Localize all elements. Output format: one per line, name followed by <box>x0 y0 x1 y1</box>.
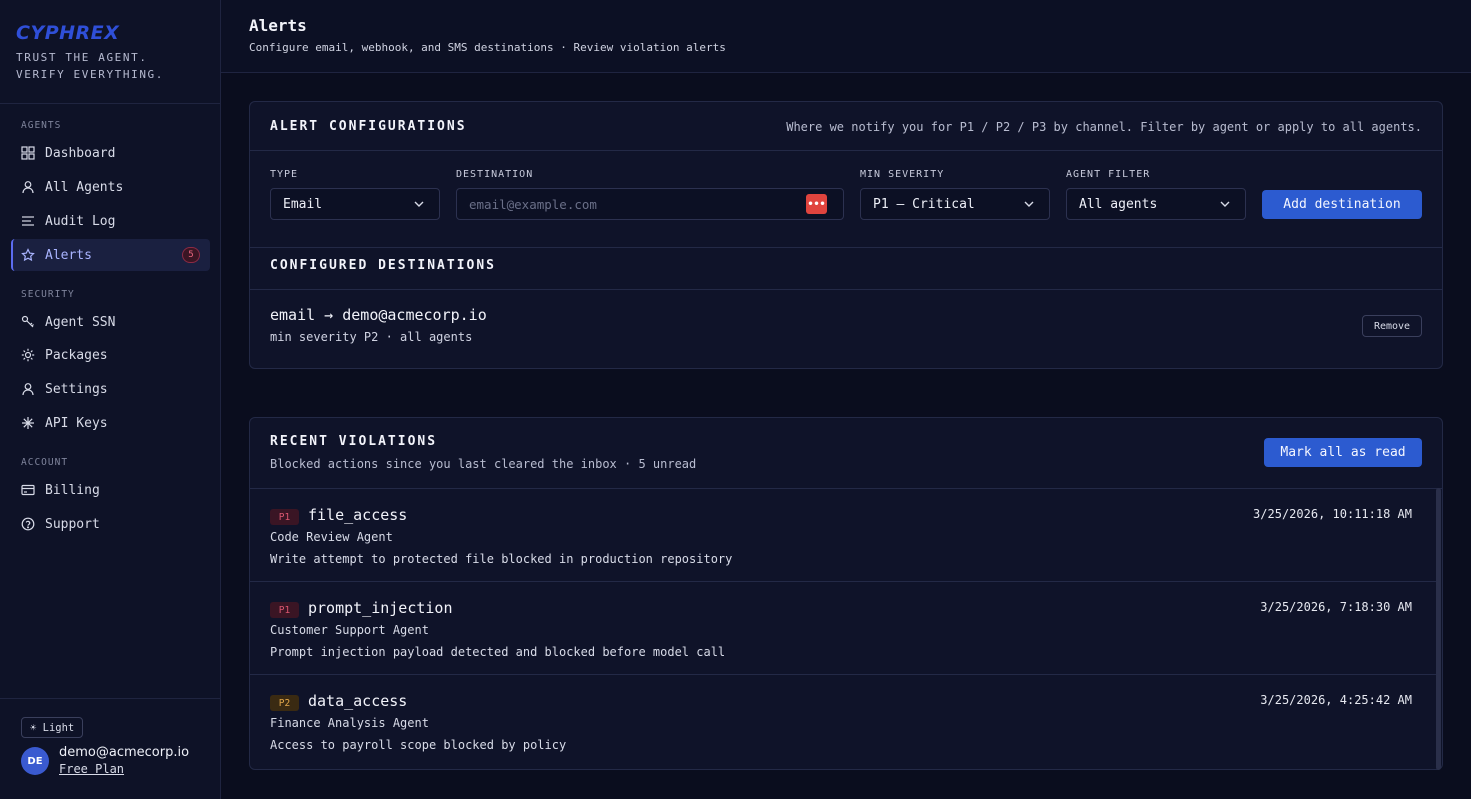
sidebar-item-label: Agent SSN <box>45 314 116 330</box>
destination-label: DESTINATION <box>456 169 534 180</box>
sidebar-item-api-keys[interactable]: API Keys <box>11 407 210 439</box>
alert-configurations-hint: Where we notify you for P1 / P2 / P3 by … <box>786 120 1422 134</box>
violation-row[interactable]: P1 prompt_injection 3/25/2026, 7:18:30 A… <box>250 582 1436 675</box>
violation-description: Prompt injection payload detected and bl… <box>270 645 726 659</box>
sidebar-item-dashboard[interactable]: Dashboard <box>11 137 210 169</box>
sidebar-item-settings[interactable]: Settings <box>11 373 210 405</box>
destination-item-title: email → demo@acmecorp.io <box>270 306 487 324</box>
user-icon <box>21 382 35 396</box>
mark-all-read-button[interactable]: Mark all as read <box>1264 438 1422 467</box>
alerts-count-badge: 5 <box>182 247 200 263</box>
sidebar-item-label: Support <box>45 516 100 532</box>
type-label: TYPE <box>270 169 299 180</box>
violation-timestamp: 3/25/2026, 4:25:42 AM <box>1260 693 1412 707</box>
password-manager-icon[interactable]: ••• <box>806 194 827 214</box>
violations-scrollbar[interactable] <box>1436 488 1441 770</box>
page-subtitle: Configure email, webhook, and SMS destin… <box>249 41 726 54</box>
severity-badge: P1 <box>270 509 299 525</box>
tagline-line-1: TRUST THE AGENT. <box>16 51 148 64</box>
violation-timestamp: 3/25/2026, 7:18:30 AM <box>1260 600 1412 614</box>
destination-input[interactable] <box>456 188 844 220</box>
recent-violations-title: RECENT VIOLATIONS <box>270 434 438 449</box>
theme-toggle-button[interactable]: ☀ Light <box>21 717 84 738</box>
agent-filter-select[interactable]: All agents <box>1066 188 1246 220</box>
violation-description: Access to payroll scope blocked by polic… <box>270 738 567 752</box>
alert-configurations-card: ALERT CONFIGURATIONS Where we notify you… <box>249 101 1443 369</box>
star-icon <box>21 248 35 262</box>
violation-timestamp: 3/25/2026, 10:11:18 AM <box>1253 507 1412 521</box>
nav-section-agents: AGENTS <box>21 120 62 131</box>
add-destination-button[interactable]: Add destination <box>1262 190 1422 219</box>
min-severity-value: P1 — Critical <box>873 196 975 212</box>
sidebar-item-billing[interactable]: Billing <box>11 474 210 506</box>
divider <box>250 150 1442 151</box>
sidebar-item-support[interactable]: Support <box>11 508 210 540</box>
divider <box>250 247 1442 248</box>
tagline-line-2: VERIFY EVERYTHING. <box>16 68 165 81</box>
sidebar-item-audit-log[interactable]: Audit Log <box>11 205 210 237</box>
agent-filter-label: AGENT FILTER <box>1066 169 1151 180</box>
user-email: demo@acmecorp.io <box>59 745 190 760</box>
page-header: Alerts Configure email, webhook, and SMS… <box>221 0 1471 73</box>
sidebar-item-label: Alerts <box>45 247 92 263</box>
plan-link[interactable]: Free Plan <box>59 762 124 776</box>
violation-row[interactable]: P1 file_access 3/25/2026, 10:11:18 AM Co… <box>250 489 1436 582</box>
sidebar-item-label: API Keys <box>45 415 108 431</box>
configured-destinations-title: CONFIGURED DESTINATIONS <box>270 258 497 273</box>
recent-violations-card: RECENT VIOLATIONS Blocked actions since … <box>249 417 1443 770</box>
grid-icon <box>21 146 35 160</box>
sidebar-item-label: Dashboard <box>45 145 116 161</box>
brand: CYPHREX TRUST THE AGENT. VERIFY EVERYTHI… <box>0 0 220 104</box>
chevron-down-icon <box>1024 201 1034 207</box>
violation-agent: Customer Support Agent <box>270 623 429 637</box>
key-icon <box>21 315 35 329</box>
chevron-down-icon <box>1220 201 1230 207</box>
help-icon <box>21 517 35 531</box>
sidebar-item-alerts[interactable]: Alerts 5 <box>11 239 210 271</box>
type-select[interactable]: Email <box>270 188 440 220</box>
sidebar-item-label: Settings <box>45 381 108 397</box>
list-icon <box>21 214 35 228</box>
sidebar-footer: ☀ Light DE demo@acmecorp.io Free Plan <box>0 698 221 799</box>
sidebar-item-label: Audit Log <box>45 213 116 229</box>
avatar[interactable]: DE <box>21 747 49 775</box>
violation-agent: Code Review Agent <box>270 530 393 544</box>
sun-icon <box>21 348 35 362</box>
type-select-value: Email <box>283 196 323 212</box>
alert-configurations-title: ALERT CONFIGURATIONS <box>270 119 467 134</box>
agent-filter-value: All agents <box>1079 196 1158 212</box>
min-severity-select[interactable]: P1 — Critical <box>860 188 1050 220</box>
destination-item-details: min severity P2 · all agents <box>270 330 473 344</box>
card-icon <box>21 483 35 497</box>
sidebar-item-all-agents[interactable]: All Agents <box>11 171 210 203</box>
page-title: Alerts <box>249 16 307 35</box>
chevron-down-icon <box>414 201 424 207</box>
logo[interactable]: CYPHREX <box>16 22 204 44</box>
violation-description: Write attempt to protected file blocked … <box>270 552 733 566</box>
sidebar-item-label: All Agents <box>45 179 124 195</box>
remove-destination-button[interactable]: Remove <box>1362 315 1422 337</box>
violation-type: file_access <box>308 506 408 524</box>
sidebar-item-label: Billing <box>45 482 100 498</box>
severity-badge: P2 <box>270 695 299 711</box>
violation-agent: Finance Analysis Agent <box>270 716 429 730</box>
sidebar: CYPHREX TRUST THE AGENT. VERIFY EVERYTHI… <box>0 0 221 799</box>
severity-badge: P1 <box>270 602 299 618</box>
nav-section-account: ACCOUNT <box>21 457 69 468</box>
nav-section-security: SECURITY <box>21 289 75 300</box>
violation-type: prompt_injection <box>308 599 453 617</box>
sidebar-item-label: Packages <box>45 347 108 363</box>
user-icon <box>21 180 35 194</box>
recent-violations-subtitle: Blocked actions since you last cleared t… <box>270 457 697 471</box>
asterisk-icon <box>21 416 35 430</box>
divider <box>250 289 1442 290</box>
violation-row[interactable]: P2 data_access 3/25/2026, 4:25:42 AM Fin… <box>250 675 1436 768</box>
sidebar-item-packages[interactable]: Packages <box>11 339 210 371</box>
violation-type: data_access <box>308 692 408 710</box>
sidebar-item-agent-ssn[interactable]: Agent SSN <box>11 306 210 338</box>
tagline: TRUST THE AGENT. VERIFY EVERYTHING. <box>16 49 204 83</box>
min-severity-label: MIN SEVERITY <box>860 169 945 180</box>
